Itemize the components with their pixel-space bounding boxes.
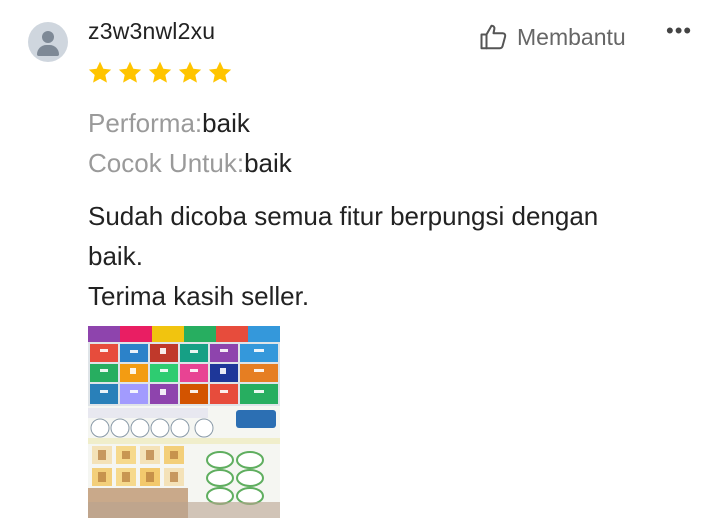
star-icon xyxy=(118,61,142,83)
review-text: Sudah dicoba semua fitur berpungsi denga… xyxy=(88,196,688,316)
star-icon xyxy=(88,61,112,83)
review-line: Sudah dicoba semua fitur berpungsi denga… xyxy=(88,201,599,231)
avatar-head xyxy=(42,31,54,43)
more-horizontal-icon: ••• xyxy=(666,18,693,43)
helpful-button[interactable]: Membantu xyxy=(479,22,626,52)
thumbs-up-icon xyxy=(480,24,507,50)
star-icon xyxy=(148,61,172,83)
review-photo-thumbnail[interactable] xyxy=(88,326,280,518)
review-line: Terima kasih seller. xyxy=(88,281,310,311)
reviewer-username: z3w3nwl2xu xyxy=(88,18,216,44)
review-photo-image xyxy=(88,326,280,518)
rating-stars xyxy=(87,60,233,86)
attribute-value: baik xyxy=(202,108,250,138)
helpful-label: Membantu xyxy=(517,23,626,50)
star-icon xyxy=(178,61,202,83)
attribute-cocok-untuk: Cocok Untuk:baik xyxy=(88,148,292,178)
attribute-key: Performa: xyxy=(88,108,203,138)
star-icon xyxy=(208,61,232,83)
more-options-button[interactable]: ••• xyxy=(666,18,692,44)
review-line: baik. xyxy=(88,241,143,271)
attribute-key: Cocok Untuk: xyxy=(88,148,245,178)
attribute-performa: Performa:baik xyxy=(88,108,250,138)
avatar-body xyxy=(37,45,59,56)
avatar[interactable] xyxy=(28,22,68,62)
attribute-value: baik xyxy=(244,148,292,178)
